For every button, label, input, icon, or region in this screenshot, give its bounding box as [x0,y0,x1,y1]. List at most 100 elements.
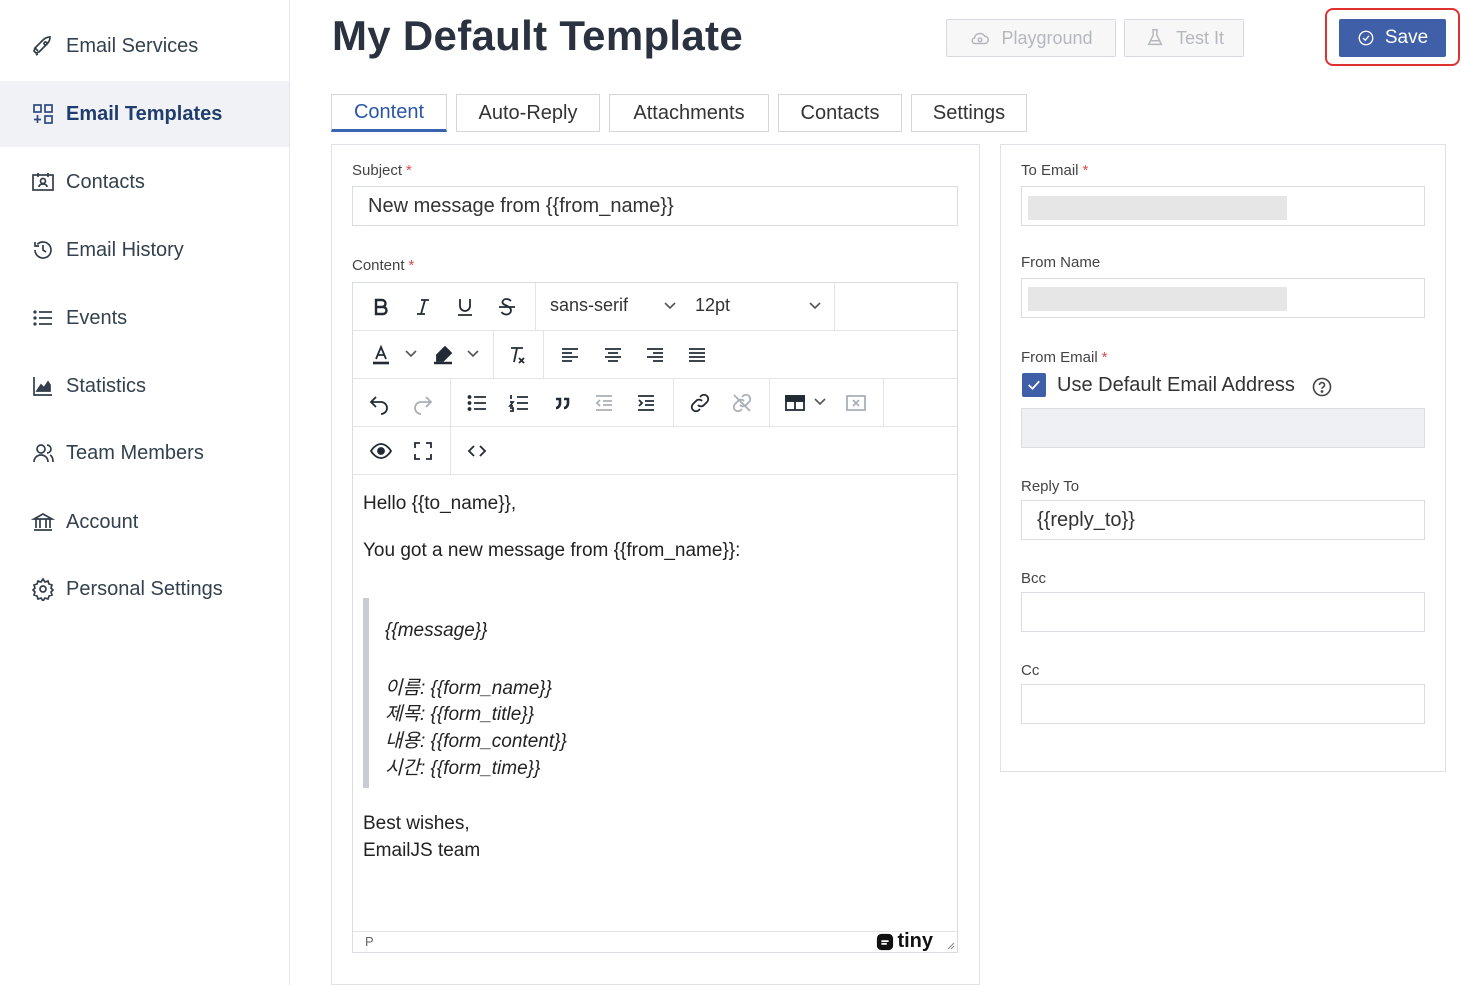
help-icon[interactable] [1312,377,1332,397]
from-email-label: From Email * [1021,349,1108,366]
resize-handle-icon[interactable] [945,940,955,950]
unlink-button[interactable] [727,389,757,417]
editor-statusbar: P tiny [353,930,957,953]
cc-input[interactable] [1021,684,1425,724]
undo-icon [369,396,388,415]
sidebar-item-email-templates[interactable]: Email Templates [0,81,289,147]
use-default-email-checkbox[interactable] [1022,373,1046,397]
tab-auto-reply[interactable]: Auto-Reply [456,94,600,132]
align-right-icon [647,348,663,362]
redo-icon [414,396,433,415]
tab-content[interactable]: Content [331,94,447,132]
toolbar-row [353,379,957,427]
sidebar-item-statistics[interactable]: Statistics [0,353,289,419]
signature-line: EmailJS team [363,840,481,861]
bcc-input[interactable] [1021,592,1425,632]
italic-button[interactable] [408,293,438,321]
font-size-select[interactable]: 12pt [695,295,730,316]
cloud-icon [971,32,990,45]
quote-line: 내용: {{form_content}} [385,731,567,752]
subject-label: Subject * [352,162,412,179]
bcc-label: Bcc [1021,570,1047,587]
greeting-line: Hello {{to_name}}, [363,493,517,514]
text-color-button[interactable] [366,341,396,369]
playground-label: Playground [1001,27,1093,48]
redo-button[interactable] [408,389,438,417]
cc-label: Cc [1021,662,1040,679]
test-it-button[interactable]: Test It [1124,19,1244,57]
playground-button[interactable]: Playground [946,19,1116,57]
sidebar-item-email-services[interactable]: Email Services [0,13,289,79]
delete-table-button[interactable] [841,389,871,417]
sidebar-item-contacts[interactable]: Contacts [0,149,289,215]
fullscreen-button[interactable] [408,437,438,465]
tab-settings[interactable]: Settings [911,94,1027,132]
strikethrough-button[interactable] [492,293,522,321]
bullet-list-button[interactable] [462,389,492,417]
numbered-list-icon [508,395,528,412]
gear-icon [30,576,56,602]
underline-button[interactable] [450,293,480,321]
history-clock-icon [30,237,56,263]
flask-icon [1147,29,1163,46]
clear-formatting-button[interactable] [502,341,532,369]
sidebar-item-events[interactable]: Events [0,285,289,351]
source-code-button[interactable] [462,437,492,465]
outdent-button[interactable] [589,389,619,417]
preview-button[interactable] [366,437,396,465]
bold-icon [374,298,388,316]
chevron-down-icon [812,393,828,409]
highlight-color-button[interactable] [428,341,458,369]
chevron-down-icon [807,297,823,313]
unlink-icon [732,393,752,413]
sidebar-item-label: Events [66,306,128,329]
toolbar-separator [883,379,884,427]
font-family-select[interactable]: sans-serif [550,295,628,316]
sidebar-item-label: Statistics [66,374,147,397]
save-button[interactable]: Save [1339,19,1446,57]
blockquote-bar [363,598,369,788]
element-path[interactable]: P [365,934,374,949]
align-left-button[interactable] [555,341,585,369]
sidebar-item-label: Account [66,510,139,533]
strikethrough-icon [499,298,515,316]
to-email-label: To Email * [1021,162,1089,179]
closing-line: Best wishes, [363,813,470,834]
sidebar-item-label: Team Members [66,441,204,464]
undo-button[interactable] [364,389,394,417]
toolbar-row: sans-serif 12pt [353,283,957,331]
toolbar-separator [673,379,674,427]
underline-icon [458,299,472,316]
sidebar-item-personal-settings[interactable]: Personal Settings [0,556,289,622]
italic-icon [417,299,429,315]
settings-panel [1000,144,1446,772]
text-color-icon [373,344,389,365]
toolbar-separator [535,283,536,331]
bold-button[interactable] [366,293,396,321]
align-justify-button[interactable] [682,341,712,369]
insert-link-button[interactable] [685,389,715,417]
use-default-email-label[interactable]: Use Default Email Address [1057,374,1295,397]
indent-button[interactable] [631,389,661,417]
page-title: My Default Template [332,12,743,59]
align-right-button[interactable] [640,341,670,369]
sidebar-item-team-members[interactable]: Team Members [0,420,289,486]
tiny-logo[interactable]: tiny [876,930,933,953]
sidebar-item-email-history[interactable]: Email History [0,217,289,283]
code-icon [467,445,487,457]
align-center-button[interactable] [598,341,628,369]
contacts-card-icon [30,169,56,195]
subject-input[interactable]: New message from {{from_name}} [352,186,958,226]
toolbar-row [353,427,957,475]
reply-to-input[interactable]: {{reply_to}} [1021,500,1425,540]
reply-to-label: Reply To [1021,478,1080,495]
tab-contacts[interactable]: Contacts [778,94,902,132]
table-button[interactable] [780,389,810,417]
sidebar-item-account[interactable]: Account [0,489,289,555]
sidebar-item-label: Email History [66,238,184,261]
blockquote-button[interactable] [547,389,577,417]
save-label: Save [1384,27,1429,48]
tab-attachments[interactable]: Attachments [609,94,769,132]
numbered-list-button[interactable] [504,389,534,417]
toolbar-separator [493,331,494,379]
